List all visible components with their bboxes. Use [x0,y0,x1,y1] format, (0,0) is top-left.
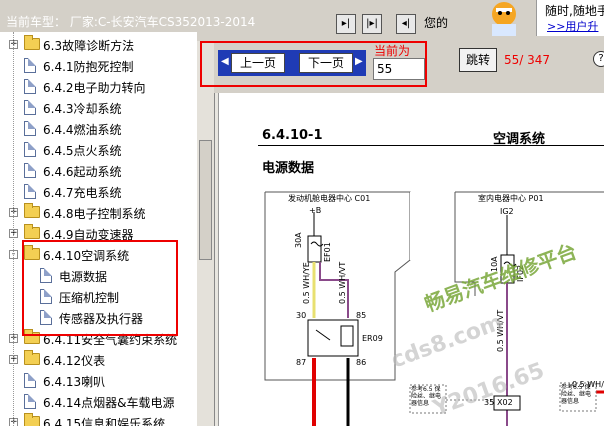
tree-scroll-thumb[interactable] [199,140,212,260]
info-icon[interactable]: ? [593,51,604,67]
wire2-label: 0.5 WH/VT [338,261,347,304]
tree-item[interactable]: +6.3故障诊断方法 [0,35,197,56]
box2-label: 室内电器中心 P01 [478,194,544,203]
document-icon [24,394,36,409]
tree-item[interactable]: 6.4.3冷却系统 [0,98,197,119]
tree-item[interactable]: 6.4.7充电系统 [0,182,197,203]
document-icon [24,163,36,178]
folder-icon [24,224,40,239]
annotation-highlight-tree [22,240,178,336]
tree-item[interactable]: 6.4.4燃油系统 [0,119,197,140]
tree-item-label: 6.3故障诊断方法 [43,39,135,53]
document-icon [24,184,36,199]
document-icon [24,58,36,73]
toolbar-button-1[interactable]: ▸| [336,14,356,34]
box1-label: 发动机舱电器中心 C01 [288,194,371,203]
annotation-highlight-nav [200,41,427,87]
tree-item[interactable]: +6.4.15信息和娱乐系统 [0,413,197,426]
tree-item[interactable]: 6.4.14点烟器&车载电源 [0,392,197,413]
toolbar-button-3[interactable]: ◂| [396,14,416,34]
tree-item-label: 6.4.6起动系统 [43,165,122,179]
tree-guide-line [13,32,14,426]
document-icon [24,100,36,115]
tree-item-label: 6.4.8电子控制系统 [43,207,146,221]
tree-item-label: 6.4.4燃油系统 [43,123,122,137]
tree-item-label: 6.4.7充电系统 [43,186,122,200]
folder-icon [24,413,40,426]
pin-30: 30 [296,311,307,320]
mascot-icon [474,0,536,36]
document-icon [24,373,36,388]
document-icon [24,79,36,94]
tree-item-label: 6.4.14点烟器&车载电源 [43,396,175,410]
folder-icon [24,350,40,365]
section-subtitle: 电源数据 [262,161,315,176]
folder-icon [24,203,40,218]
toolbar-button-2[interactable]: |▸| [362,14,382,34]
plus-b-label: +B [309,206,322,215]
tree-item[interactable]: +6.4.12仪表 [0,350,197,371]
tree-item[interactable]: +6.4.8电子控制系统 [0,203,197,224]
wire1-label: 0.5 WH/YE [302,262,311,304]
ad-box[interactable]: 随时,随地手 >>用户升 [536,0,604,36]
pin-85: 85 [356,311,367,320]
tree-item[interactable]: 6.4.13喇叭 [0,371,197,392]
document-icon [24,121,36,136]
tree-item-label: 6.4.5点火系统 [43,144,122,158]
ref-note-right: 参考6.5 保险丝、继电器信息 [561,384,592,405]
tree-item[interactable]: 6.4.5点火系统 [0,140,197,161]
pin-87: 87 [296,358,307,367]
tree-item-label: 6.4.1防抱死控制 [43,60,134,74]
pin-86: 86 [356,358,367,367]
folder-icon [24,35,40,50]
tree-item-label: 6.4.12仪表 [43,354,106,368]
fuse1-rating: 30A [294,232,303,248]
tree-item-label: 6.4.13喇叭 [43,375,106,389]
upgrade-link[interactable]: >>用户升 [547,18,598,34]
tree-item-label: 6.4.3冷却系统 [43,102,122,116]
fuse1-name: EF01 [323,242,332,262]
tree-item-label: 6.4.15信息和娱乐系统 [43,417,166,426]
page-count: 55/ 347 [504,53,551,67]
tree-item[interactable]: 6.4.2电子助力转向 [0,77,197,98]
jump-button[interactable]: 跳转 [459,48,497,72]
ad-headline: 随时,随地手 [545,4,604,18]
chapter-tree: +6.3故障诊断方法 6.4.1防抱死控制 6.4.2电子助力转向 6.4.3冷却系统… [0,32,197,426]
title-rule [258,145,604,146]
tree-item-label: 6.4.2电子助力转向 [43,81,146,95]
relay-name: ER09 [362,334,383,343]
user-text: 您的 [424,16,449,30]
tree-item[interactable]: 6.4.1防抱死控制 [0,56,197,77]
document-icon [24,142,36,157]
ig2-label: IG2 [500,207,514,216]
section-number: 6.4.10-1 [262,128,323,143]
current-model-label: 当前车型： 厂家:C-长安汽车CS352013-2014 [6,15,256,29]
tree-item[interactable]: 6.4.6起动系统 [0,161,197,182]
